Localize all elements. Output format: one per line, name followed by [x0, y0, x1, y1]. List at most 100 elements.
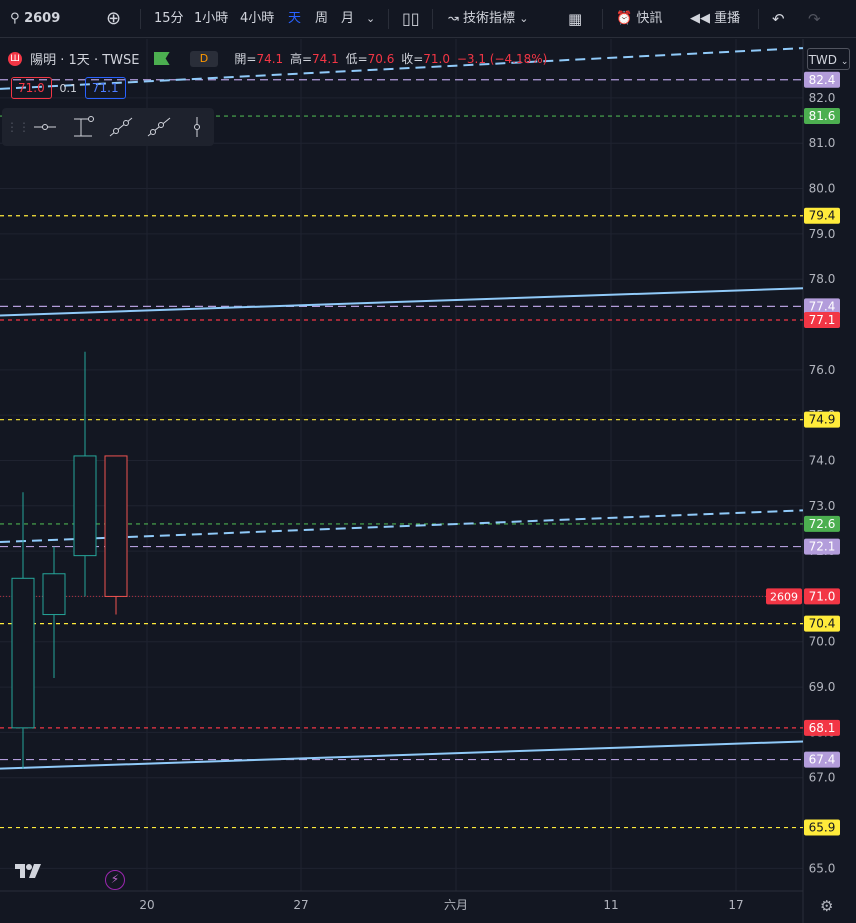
symbol-label: 2609 [24, 11, 61, 26]
drag-handle-icon[interactable]: ⋮⋮ [6, 116, 32, 138]
trend-line-icon[interactable] [108, 116, 134, 138]
chevron-down-icon: ⌄ [840, 57, 849, 67]
time-tick-label: 27 [293, 898, 308, 912]
alarm-icon: ⏰ [616, 11, 633, 26]
alert-label: 快訊 [636, 11, 663, 26]
horizontal-ray-icon[interactable] [32, 116, 58, 138]
candle-body [104, 455, 128, 597]
level-price-text: 72.1 [809, 540, 836, 554]
lightning-icon[interactable]: ⚡ [105, 870, 125, 890]
level-price-label: 77.1 [804, 311, 840, 328]
replay-button[interactable]: ◀◀ 重播 [690, 0, 740, 38]
layout-icon[interactable]: ▦ [568, 0, 582, 38]
badge-d: D [189, 50, 219, 67]
currency-selector[interactable]: TWD ⌄ [807, 48, 850, 70]
indicators-icon: ↝ [448, 11, 459, 26]
interval-1w[interactable]: 周 [315, 0, 328, 38]
indicators-button[interactable]: ↝ 技術指標 ⌄ [448, 0, 528, 38]
last-price-text: 71.0 [809, 589, 836, 603]
time-tick-label: 17 [728, 898, 743, 912]
price-tick-label: 76.0 [809, 363, 836, 377]
chart-canvas[interactable]: 65.067.068.069.070.071.072.073.074.075.0… [0, 39, 856, 923]
legend-title[interactable]: 陽明 · 1天 · TWSE [30, 49, 139, 68]
level-price-label: 67.4 [804, 751, 840, 768]
level-price-label: 72.1 [804, 538, 840, 555]
candles-icon[interactable]: ▯▯ [402, 0, 420, 38]
level-price-text: 77.1 [809, 313, 836, 327]
drawing-toolbar: ⋮⋮ [2, 108, 214, 146]
interval-1d[interactable]: 天 [288, 0, 301, 38]
candle-body [11, 577, 35, 729]
level-price-text: 74.9 [809, 413, 836, 427]
search-icon: ⚲ [10, 11, 20, 26]
price-range-icon[interactable] [70, 116, 96, 138]
level-price-text: 68.1 [809, 721, 836, 735]
symbol-logo-icon: Ш [8, 51, 22, 66]
symbol-legend: Ш 陽明 · 1天 · TWSE D 開=74.1 高=74.1 低=70.6 … [8, 49, 547, 69]
price-tick-label: 70.0 [809, 635, 836, 649]
price-tick-label: 81.0 [809, 136, 836, 150]
indicators-label: 技術指標 [463, 11, 516, 26]
vertical-line-icon[interactable] [184, 116, 210, 138]
redo-icon[interactable]: ↷ [808, 0, 821, 38]
open-value: 74.1 [256, 51, 284, 66]
level-price-label: 82.4 [804, 71, 840, 88]
time-tick-label: 20 [139, 898, 154, 912]
level-price-label: 65.9 [804, 819, 840, 836]
price-tick-label: 73.0 [809, 499, 836, 513]
level-price-text: 81.6 [809, 109, 836, 123]
tradingview-logo-icon [15, 864, 41, 878]
interval-4h[interactable]: 4小時 [240, 0, 274, 38]
chevron-down-icon[interactable]: ⌄ [366, 0, 375, 38]
currency-label: TWD [808, 53, 838, 67]
price-tick-label: 65.0 [809, 861, 836, 875]
time-tick-label: 六月 [444, 898, 468, 912]
interval-1m[interactable]: 月 [341, 0, 354, 38]
level-price-text: 72.6 [809, 517, 836, 531]
level-price-label: 79.4 [804, 207, 840, 224]
price-tick-label: 79.0 [809, 227, 836, 241]
sell-button[interactable]: 71.0 [11, 77, 52, 99]
candle-body [42, 573, 66, 616]
replay-icon: ◀◀ [690, 11, 710, 26]
close-value: 71.0 [423, 51, 450, 66]
price-tick-label: 69.0 [809, 680, 836, 694]
top-toolbar: ⚲ 2609 ⊕ 15分 1小時 4小時 天 周 月 ⌄ ▯▯ ↝ 技術指標 ⌄… [0, 0, 856, 38]
high-value: 74.1 [312, 51, 339, 66]
level-price-text: 70.4 [809, 617, 836, 631]
replay-label: 重播 [714, 11, 741, 26]
low-value: 70.6 [367, 51, 395, 66]
buy-button[interactable]: 71.1 [84, 77, 126, 99]
open-label: 開= [234, 52, 257, 66]
level-price-text: 67.4 [809, 753, 836, 767]
ray-line-icon[interactable] [146, 116, 172, 138]
ohlc-values: 開=74.1 高=74.1 低=70.6 收=71.0 −3.1 (−4.18%… [234, 50, 547, 67]
symbol-price-text: 2609 [770, 590, 798, 603]
chart-area[interactable]: 65.067.068.069.070.071.072.073.074.075.0… [0, 39, 856, 923]
trade-buttons: 71.0 0.1 71.1 [11, 77, 126, 99]
alert-button[interactable]: ⏰ 快訊 [616, 0, 662, 38]
add-icon[interactable]: ⊕ [106, 0, 121, 38]
chevron-down-icon: ⌄ [519, 12, 529, 25]
chart-background [0, 39, 856, 923]
close-label: 收= [401, 52, 424, 66]
level-price-text: 82.4 [809, 73, 836, 87]
candle-body [73, 455, 97, 557]
level-price-label: 68.1 [804, 719, 840, 736]
interval-15m[interactable]: 15分 [154, 0, 184, 38]
level-price-text: 65.9 [809, 821, 836, 835]
level-price-text: 79.4 [809, 209, 836, 223]
level-price-label: 81.6 [804, 108, 840, 125]
gear-icon[interactable]: ⚙ [820, 897, 833, 915]
undo-icon[interactable]: ↶ [772, 0, 785, 38]
price-tick-label: 80.0 [809, 182, 836, 196]
flag-icon [153, 52, 170, 65]
price-tick-label: 67.0 [809, 771, 836, 785]
low-label: 低= [345, 52, 368, 66]
level-price-label: 70.4 [804, 615, 840, 632]
level-price-text: 77.4 [809, 299, 836, 313]
price-tick-label: 74.0 [809, 453, 836, 467]
price-tick-label: 82.0 [809, 91, 836, 105]
symbol-search[interactable]: ⚲ 2609 [10, 0, 60, 38]
interval-1h[interactable]: 1小時 [194, 0, 228, 38]
